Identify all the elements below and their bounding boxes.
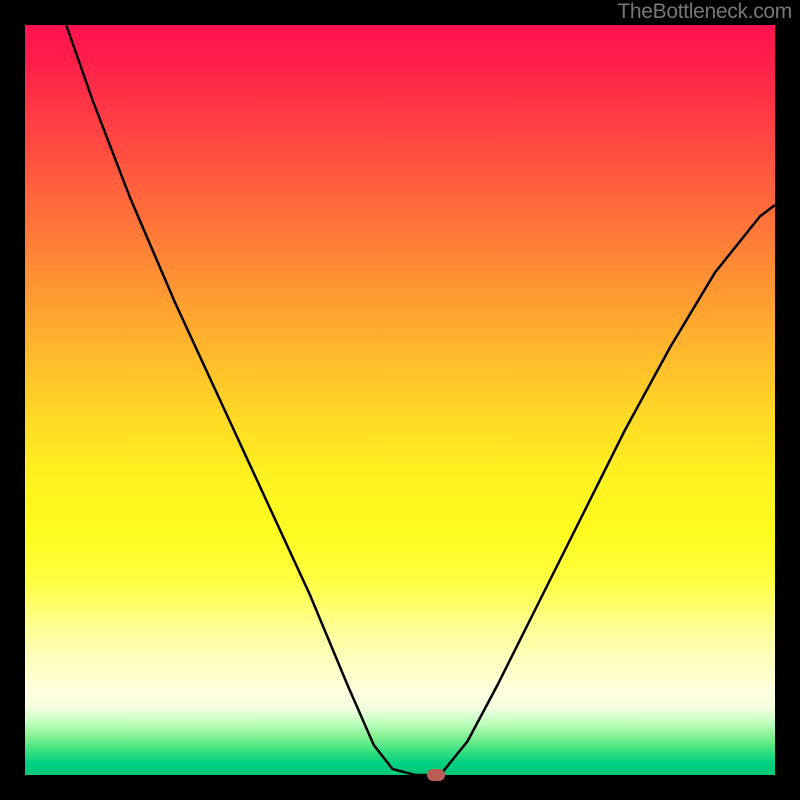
attribution-watermark: TheBottleneck.com (617, 0, 792, 24)
optimal-point-marker (427, 769, 445, 781)
chart-frame: TheBottleneck.com (0, 0, 800, 800)
bottleneck-curve (25, 25, 775, 775)
